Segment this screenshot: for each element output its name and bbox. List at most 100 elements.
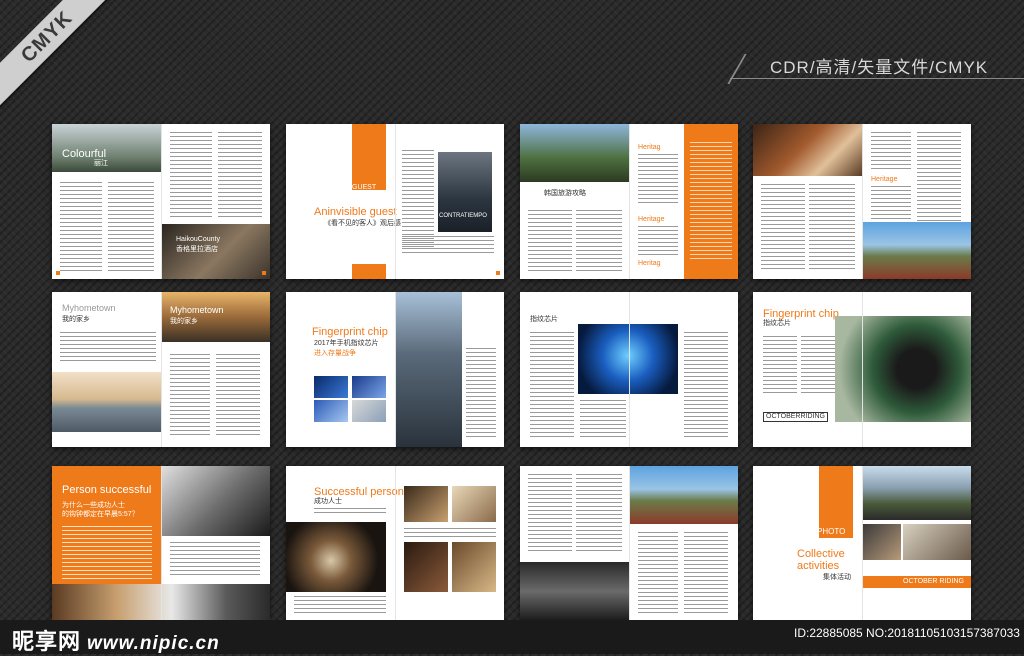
text-column-white bbox=[62, 526, 152, 582]
text-column bbox=[404, 528, 496, 538]
text-column bbox=[294, 596, 386, 614]
title-haikou: HaikouCounty bbox=[176, 236, 220, 243]
spread-fingerprint-chip-board[interactable]: Fingerprint chip 指纹芯片 OCTOBERRIDING bbox=[753, 292, 971, 447]
spread-person-successful[interactable]: Person successful 为什么一些成功人士 的钩钟都定在早晨5:57… bbox=[52, 466, 270, 621]
text-column bbox=[871, 132, 911, 172]
page-fold bbox=[862, 124, 863, 279]
subtitle-collective-cn: 集体活动 bbox=[823, 574, 851, 581]
spread-colourful[interactable]: Colourful 丽江 HaikouCounty 香格里拉酒店 bbox=[52, 124, 270, 279]
photo-coffee bbox=[404, 542, 448, 592]
text-column bbox=[638, 226, 678, 256]
photo-book-2 bbox=[452, 486, 496, 522]
text-column bbox=[530, 332, 574, 440]
spread-travel-glasses[interactable] bbox=[520, 466, 738, 621]
subtitle-successful-1: 为什么一些成功人士 bbox=[62, 502, 125, 509]
heading-korea-travel: 韩国旅游攻略 bbox=[544, 190, 586, 197]
subtitle-successful-2: 的钩钟都定在早晨5:57？ bbox=[62, 511, 139, 518]
photo-alarm-clock bbox=[286, 522, 386, 592]
image-id-line: ID:22885085 NO:20181105103157387033 bbox=[794, 626, 1020, 640]
page-fold bbox=[629, 466, 630, 621]
text-column-white bbox=[690, 142, 732, 262]
spread-fingerprint-chip-war[interactable]: Fingerprint chip 2017年手机指纹芯片 进入存量战争 bbox=[286, 292, 504, 447]
page-fold bbox=[629, 124, 630, 279]
spread-collective-activities[interactable]: PHOTO Collective activities 集体活动 OCTOBER… bbox=[753, 466, 971, 621]
text-column bbox=[170, 132, 212, 220]
text-column bbox=[761, 184, 805, 272]
photo-tech-1 bbox=[314, 376, 348, 398]
text-column bbox=[216, 354, 260, 438]
photo-book bbox=[404, 486, 448, 522]
text-column bbox=[580, 400, 626, 440]
text-column bbox=[576, 210, 622, 272]
page-fold bbox=[395, 466, 396, 621]
orange-bar bbox=[352, 264, 386, 279]
text-column bbox=[638, 532, 678, 614]
tag-heritage: Heritage bbox=[871, 176, 898, 183]
photo-group-meeting bbox=[863, 524, 901, 560]
site-logo: 昵享网 www.nipic.cn bbox=[12, 624, 220, 656]
page-fold bbox=[395, 292, 396, 447]
subtitle-fingerprint-chip-cn: 指纹芯片 bbox=[763, 320, 791, 327]
heading-fingerprint-chip: 指纹芯片 bbox=[530, 316, 558, 323]
page-fold bbox=[395, 124, 396, 279]
header-underline bbox=[730, 78, 1024, 79]
title-my-hometown-2: Myhometown bbox=[170, 305, 224, 315]
text-column bbox=[576, 474, 622, 554]
header-caption: CDR/高清/矢量文件/CMYK bbox=[770, 58, 989, 77]
spread-fingerprint-chip-article[interactable]: 指纹芯片 bbox=[520, 292, 738, 447]
text-column bbox=[402, 150, 434, 250]
text-column bbox=[60, 182, 102, 272]
page-fold bbox=[161, 292, 162, 447]
photo-tech-4 bbox=[352, 400, 386, 422]
spread-successful-person[interactable]: Successful person 成功人士 bbox=[286, 466, 504, 621]
poster-title: CONTRATIEMPO bbox=[439, 213, 487, 219]
photo-group-indoor bbox=[903, 524, 971, 560]
photo-label: PHOTO bbox=[817, 527, 846, 536]
site-domain[interactable]: www.nipic.cn bbox=[87, 633, 220, 654]
photo-opera-house bbox=[52, 372, 161, 432]
tag-heritag-2: Heritag bbox=[638, 260, 661, 267]
text-column bbox=[218, 132, 262, 220]
tag-heritag: Heritag bbox=[638, 144, 661, 151]
photo-blue-chip bbox=[578, 324, 678, 394]
subtitle-hometown-cn-2: 我的家乡 bbox=[170, 318, 198, 325]
watermark-footer: 昵享网 www.nipic.cn ID:22885085 NO:201811051… bbox=[0, 620, 1024, 654]
photo-palm-street bbox=[630, 466, 738, 524]
photo-beach-resort bbox=[863, 222, 971, 279]
photo-food bbox=[753, 124, 862, 176]
logo-text: 昵享网 bbox=[12, 629, 82, 654]
spread-food-heritage[interactable]: Heritage bbox=[753, 124, 971, 279]
page-fold bbox=[161, 466, 162, 621]
spread-invisible-guest[interactable]: GUEST Aninvisible guest 《看不见的客人》观后感 CONT… bbox=[286, 124, 504, 279]
spread-korea-travel[interactable]: 韩国旅游攻略 Heritag Heritage Heritag bbox=[520, 124, 738, 279]
photo-tech-2 bbox=[352, 376, 386, 398]
photo-desk bbox=[452, 542, 496, 592]
text-column bbox=[170, 354, 210, 438]
subtitle-review: 《看不见的客人》观后感 bbox=[324, 220, 401, 227]
text-column bbox=[528, 474, 572, 554]
text-column bbox=[684, 532, 728, 614]
photo-city-sunset bbox=[162, 292, 270, 342]
footer-october-riding: OCTOBERRIDING bbox=[763, 412, 828, 422]
text-column bbox=[402, 236, 494, 256]
page-number-mark bbox=[56, 271, 60, 275]
text-column bbox=[763, 336, 797, 396]
page-number-mark bbox=[262, 271, 266, 275]
spread-my-hometown[interactable]: Myhometown 我的家乡 Myhometown 我的家乡 bbox=[52, 292, 270, 447]
guest-label: GUEST bbox=[352, 184, 377, 191]
page-fold bbox=[629, 292, 630, 447]
photo-tech-3 bbox=[314, 400, 348, 422]
text-column bbox=[528, 210, 572, 272]
photo-korea-temple bbox=[520, 124, 629, 182]
text-column bbox=[801, 336, 835, 396]
header-caption-bar: CDR/高清/矢量文件/CMYK bbox=[727, 50, 1024, 84]
photo-circuit-board bbox=[835, 316, 971, 422]
title-fingerprint-chip: Fingerprint chip bbox=[763, 308, 839, 320]
title-person-successful: Person successful bbox=[62, 484, 152, 496]
title-my-hometown: Myhometown bbox=[62, 303, 116, 313]
title-invisible-guest: Aninvisible guest bbox=[314, 206, 397, 218]
title-colourful: Colourful bbox=[62, 148, 107, 160]
page-fold bbox=[862, 292, 863, 447]
text-column bbox=[809, 184, 855, 272]
text-column bbox=[917, 132, 961, 222]
